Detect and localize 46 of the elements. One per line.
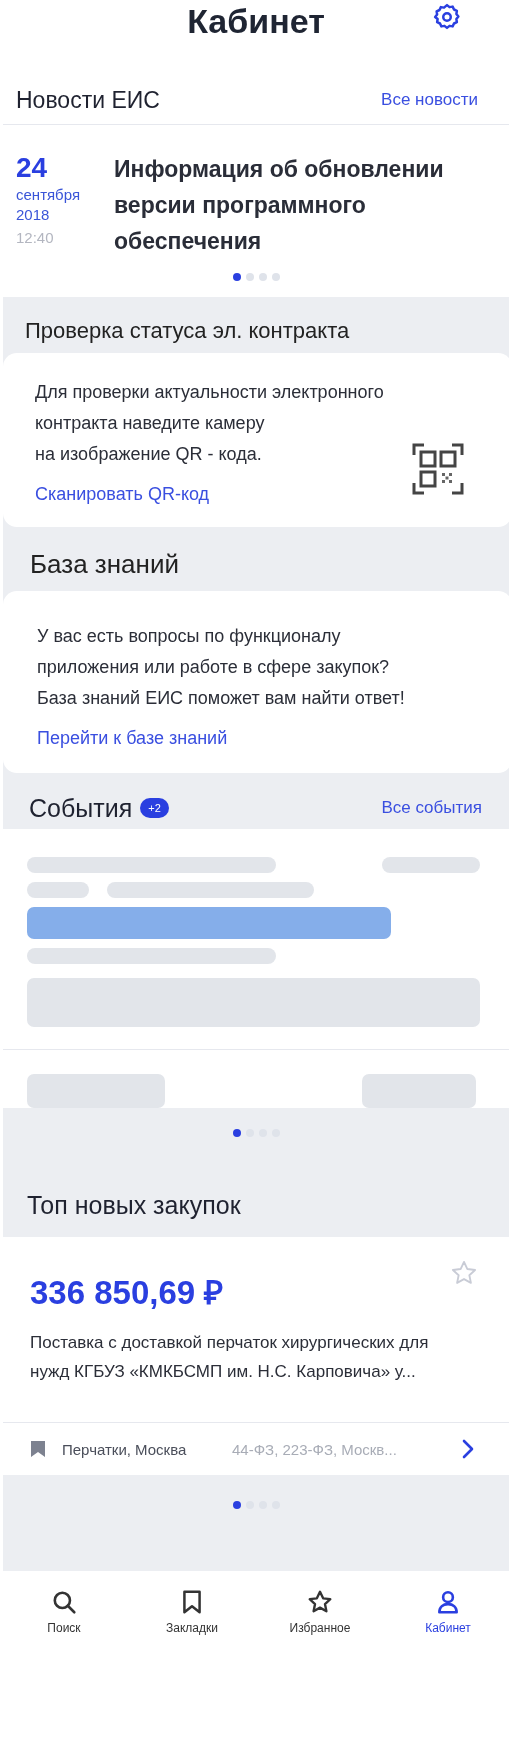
news-month: сентября <box>16 185 81 205</box>
news-time: 12:40 <box>16 228 55 248</box>
card-text: контракта наведите камеру <box>35 412 265 435</box>
purchase-price: 336 850,69 ₽ <box>30 1273 224 1313</box>
bookmark-icon <box>31 1441 45 1457</box>
tab-bar-item[interactable]: Кабинет <box>398 1589 498 1635</box>
search-icon <box>51 1589 77 1615</box>
section-title: Проверка статуса эл. контракта <box>24 317 351 345</box>
purchase-description[interactable]: Поставка с доставкой перчаток хирургических для <box>30 1328 492 1357</box>
tab-bar-item[interactable]: Поиск <box>14 1589 114 1635</box>
page-dot[interactable] <box>232 1129 241 1137</box>
purchase-description[interactable]: нужд КГБУЗ «КМКБСМП им. Н.С. Карповича» у... <box>30 1357 492 1386</box>
news-headline[interactable]: Информация об обновлении версии программного обеспечения <box>114 151 494 259</box>
section-title: События <box>29 793 133 823</box>
news-day: 24 <box>16 151 114 185</box>
tab-bar-item[interactable]: Закладки <box>142 1589 242 1635</box>
card-text: Для проверки актуальности электронного <box>35 381 384 404</box>
page-dot[interactable] <box>245 273 254 281</box>
section-title: База знаний <box>29 548 180 581</box>
scan-qr-link[interactable]: Сканировать QR-код <box>35 484 210 505</box>
section-title: Новости ЕИС <box>16 86 160 114</box>
tab-bar-item[interactable]: Избранное <box>270 1589 370 1635</box>
knowledge-base-link[interactable]: Перейти к базе знаний <box>37 728 228 749</box>
card-text: У вас есть вопросы по функционалу <box>37 625 341 648</box>
news-year: 2018 <box>16 205 51 225</box>
count-badge: +2 <box>140 798 169 818</box>
page-title: Кабинет <box>187 1 325 42</box>
qr-code-icon[interactable] <box>412 443 464 495</box>
star-icon[interactable] <box>450 1259 478 1287</box>
page-dot[interactable] <box>232 273 241 281</box>
card-text: приложения или работе в сфере закупок? <box>37 656 390 679</box>
person-icon <box>435 1589 461 1615</box>
section-title: Топ новых закупок <box>27 1190 241 1220</box>
purchase-tag: Перчатки, Москва <box>62 1440 232 1458</box>
page-dot[interactable] <box>258 273 267 281</box>
card-text: База знаний ЕИС поможет вам найти ответ! <box>37 687 405 710</box>
page-dot[interactable] <box>271 273 280 281</box>
star-icon <box>307 1589 333 1615</box>
chevron-right-icon[interactable] <box>462 1439 474 1459</box>
page-dot[interactable] <box>232 1501 241 1509</box>
loading-placeholder <box>27 882 89 898</box>
card-text: на изображение QR - кода. <box>35 443 262 466</box>
settings-icon[interactable] <box>432 2 462 32</box>
all-news-link[interactable]: Все новости <box>381 90 478 110</box>
purchase-laws: 44-ФЗ, 223-ФЗ, Москв... <box>232 1440 398 1458</box>
all-events-link[interactable]: Все события <box>381 798 482 818</box>
